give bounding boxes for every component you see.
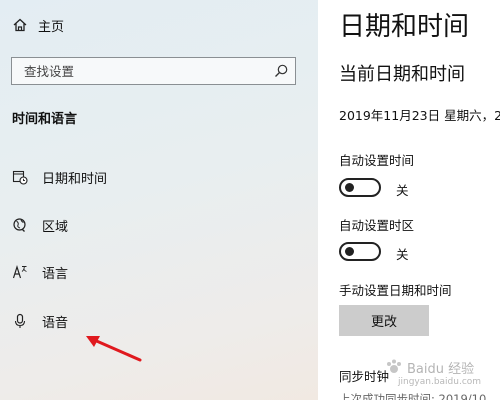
sync-clock-heading: 同步时钟 [339,369,390,384]
microphone-icon [14,313,26,328]
auto-time-label: 自动设置时间 [339,153,415,168]
language-icon [12,265,27,279]
page-title: 日期和时间 [339,12,470,42]
search-icon[interactable] [273,63,289,79]
calendar-clock-icon [12,170,28,185]
auto-time-toggle[interactable] [339,178,381,197]
sidebar-item-label: 区域 [42,219,69,235]
section-title: 时间和语言 [12,112,78,127]
sidebar-item-speech[interactable]: 语音 [12,309,292,333]
last-sync-text: 上次成功同步时间: 2019/10 [339,392,487,400]
manual-datetime-label: 手动设置日期和时间 [339,283,452,298]
toggle-knob [345,183,354,192]
toggle-knob [345,247,354,256]
auto-timezone-state: 关 [396,247,409,262]
main-panel: 日期和时间 当前日期和时间 2019年11月23日 星期六，2 自动设置时间 关… [318,0,500,400]
globe-icon [13,218,26,232]
sidebar-item-language[interactable]: 语言 [12,260,292,284]
sidebar: 主页 时间和语言 日期和时间 区域 语言 [0,0,318,400]
home-icon [13,18,27,32]
auto-timezone-label: 自动设置时区 [339,218,415,233]
sidebar-home-link[interactable]: 主页 [12,14,64,36]
sidebar-item-label: 语音 [42,315,69,331]
auto-time-state: 关 [396,183,409,198]
search-box[interactable] [11,57,296,85]
home-label: 主页 [38,19,65,35]
change-button[interactable]: 更改 [339,305,429,336]
red-arrow-annotation [86,336,142,362]
current-datetime-value: 2019年11月23日 星期六，2 [339,108,500,123]
sidebar-item-region[interactable]: 区域 [12,213,292,237]
sidebar-item-label: 日期和时间 [42,171,108,187]
current-datetime-heading: 当前日期和时间 [339,64,465,85]
watermark-url: jingyan.baidu.com [398,377,482,387]
sidebar-item-date-time[interactable]: 日期和时间 [12,165,292,189]
sidebar-item-label: 语言 [42,266,69,282]
search-input[interactable] [12,58,262,84]
auto-timezone-toggle[interactable] [339,242,381,261]
